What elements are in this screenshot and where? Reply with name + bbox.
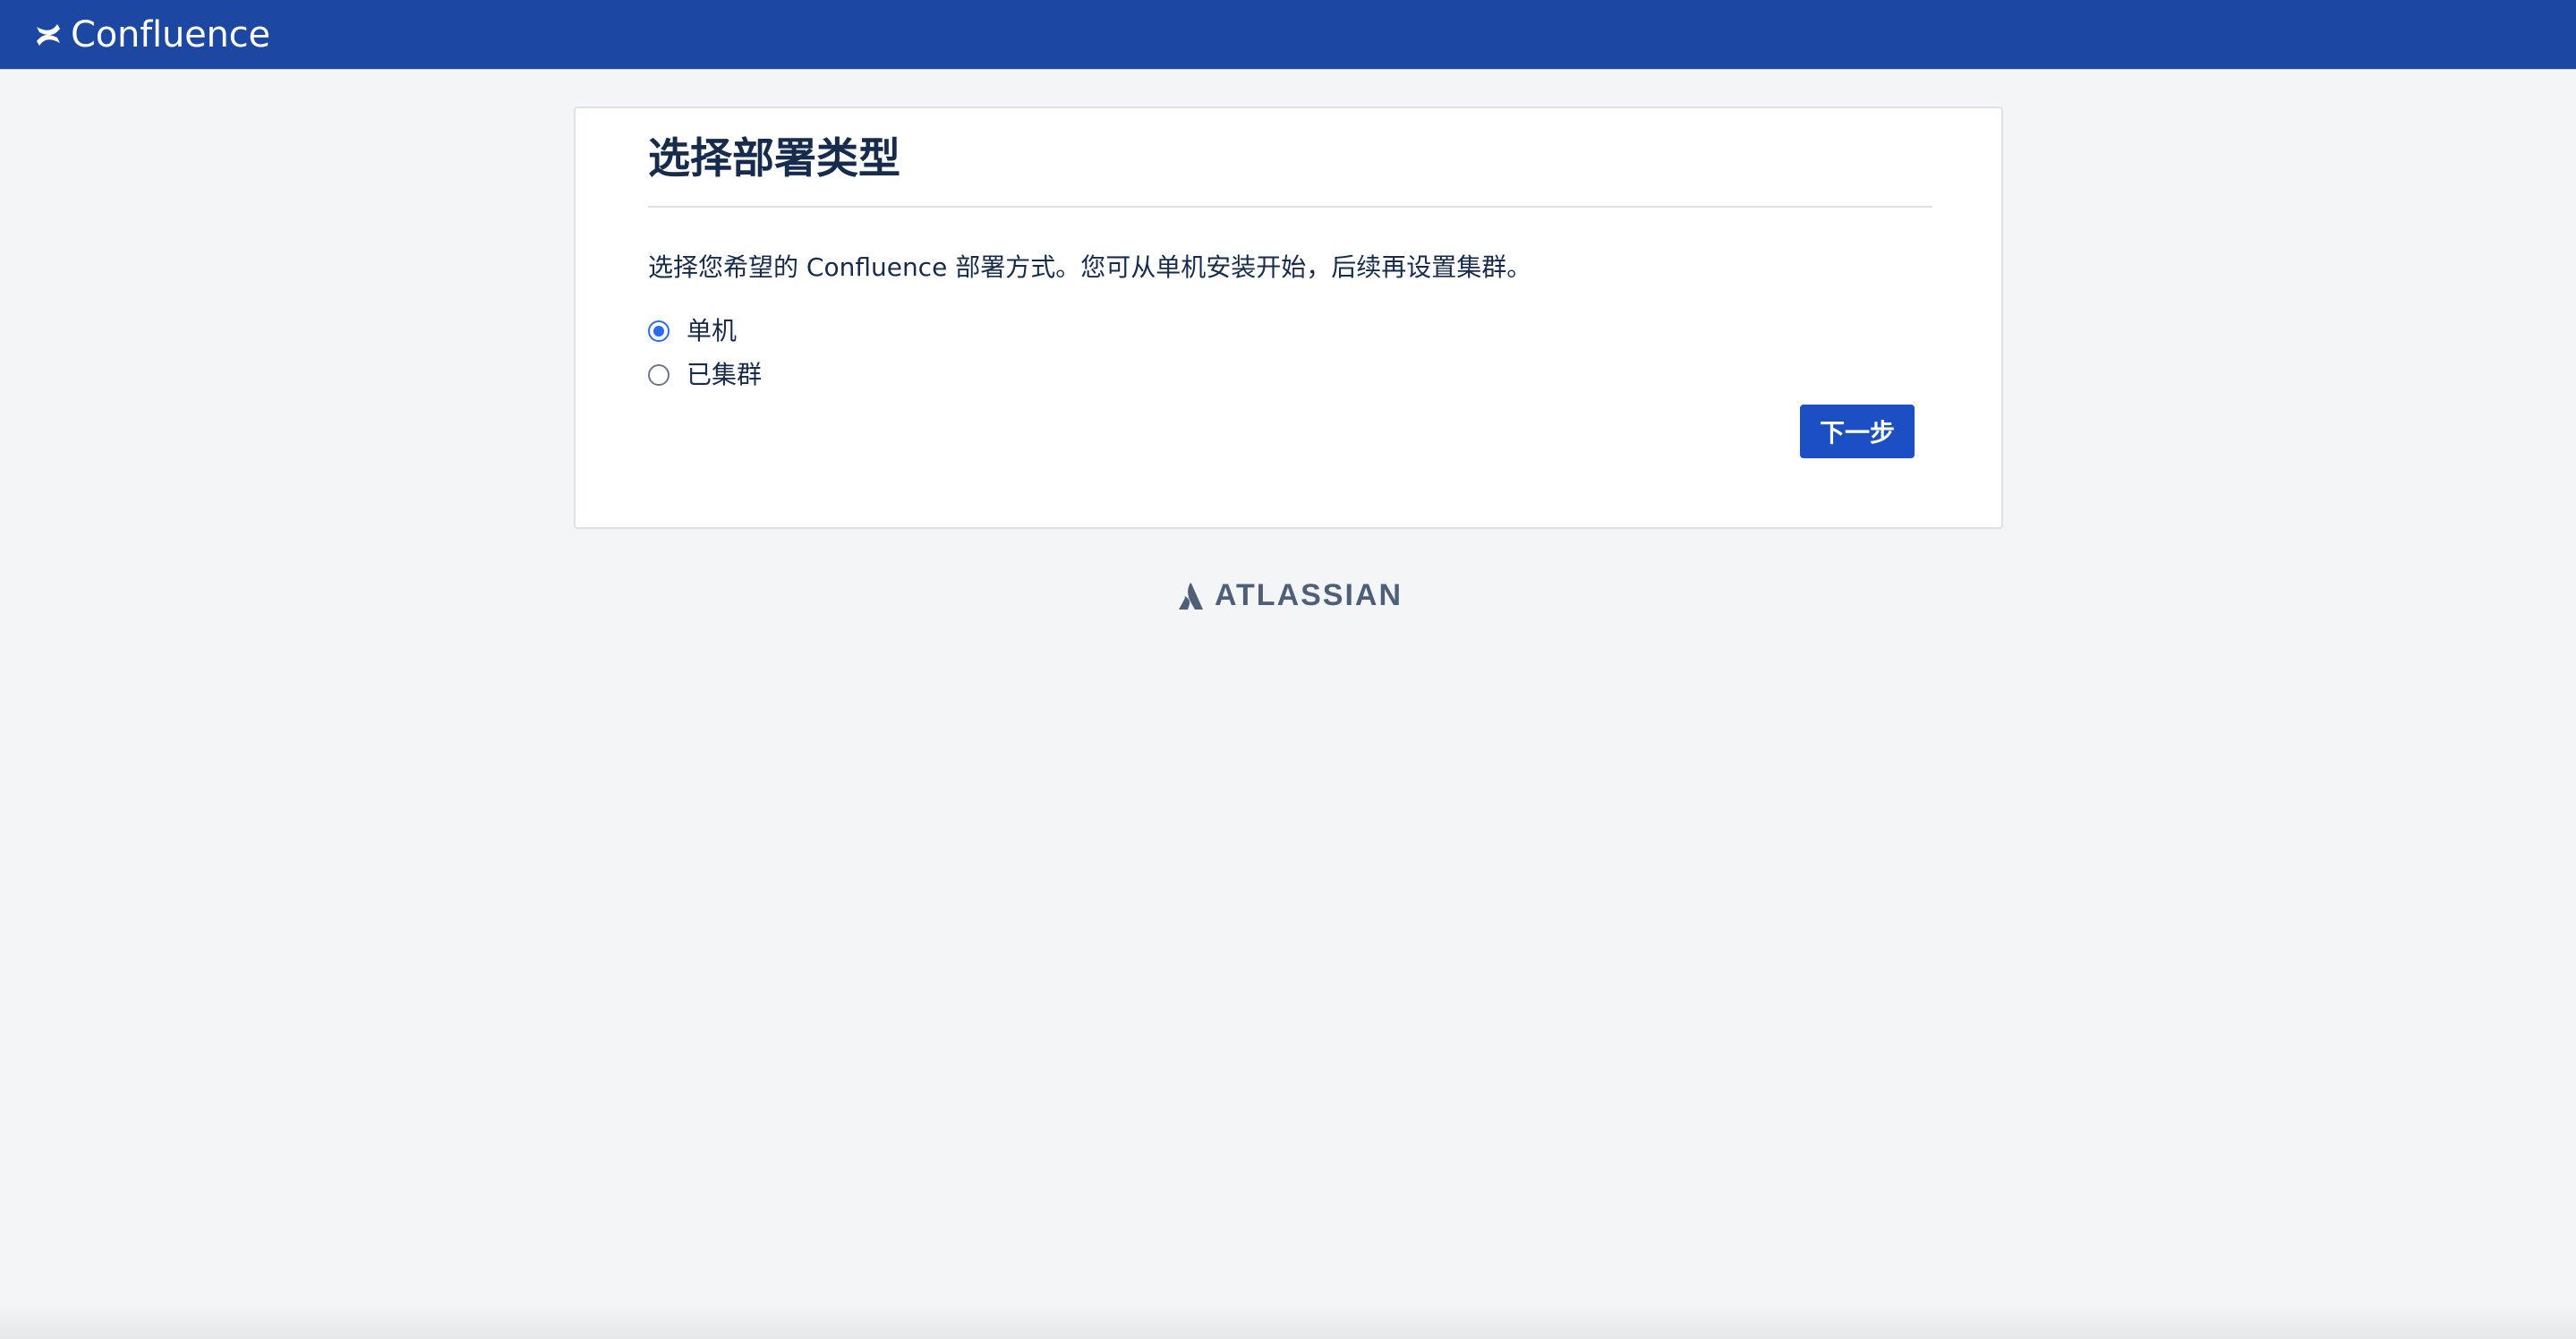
page-title: 选择部署类型 [648, 134, 900, 183]
standalone-radio[interactable] [648, 320, 670, 342]
confluence-home-link[interactable]: Confluence [34, 0, 270, 69]
next-button[interactable]: 下一步 [1800, 405, 1915, 458]
setup-panel: 选择部署类型 选择您希望的 Confluence 部署方式。您可从单机安装开始，… [574, 107, 2003, 529]
clustered-radio[interactable] [648, 363, 670, 386]
standalone-label: 单机 [687, 316, 738, 345]
confluence-logo-icon [34, 21, 63, 49]
clustered-label: 已集群 [687, 360, 763, 389]
atlassian-wordmark: ATLASSIAN [1215, 578, 1403, 612]
app-name: Confluence [71, 13, 270, 55]
atlassian-logo-icon [1175, 581, 1206, 611]
option-standalone[interactable]: 单机 [648, 316, 737, 346]
atlassian-footer-logo: ATLASSIAN [1175, 578, 1403, 613]
option-clustered[interactable]: 已集群 [648, 360, 762, 390]
title-divider [648, 206, 1932, 208]
deployment-description: 选择您希望的 Confluence 部署方式。您可从单机安装开始，后续再设置集群… [648, 252, 1532, 282]
top-navigation-bar: Confluence [0, 0, 2576, 69]
bottom-shadow [0, 1303, 2576, 1339]
